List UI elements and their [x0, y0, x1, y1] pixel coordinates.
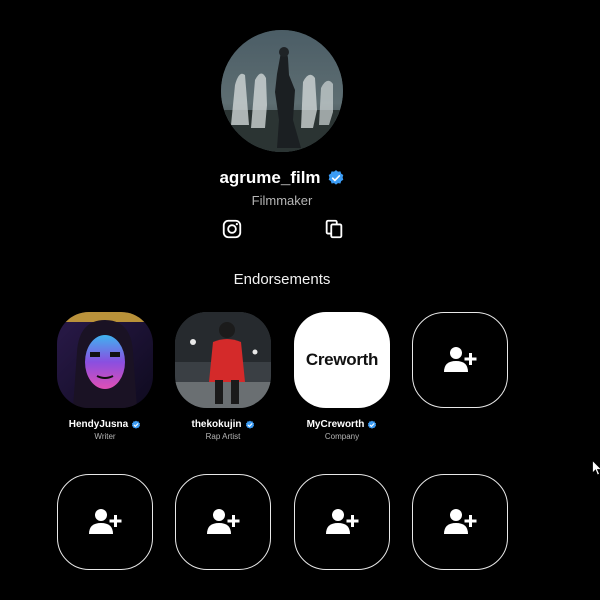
- endorser-name[interactable]: MyCreworth: [307, 419, 365, 430]
- endorser-role: Rap Artist: [205, 432, 241, 441]
- profile-role: Filmmaker: [251, 193, 313, 208]
- endorser-avatar-hendyjusna[interactable]: [57, 312, 153, 408]
- endorser-name-row: thekokujin: [163, 419, 283, 430]
- mouse-cursor-icon: [592, 460, 600, 476]
- endorser-avatar-thekokujin[interactable]: [175, 312, 271, 408]
- profile-avatar[interactable]: [221, 30, 343, 152]
- copy-icon[interactable]: [323, 218, 345, 240]
- verified-badge-icon: [132, 420, 141, 429]
- profile-name-row: agrume_film: [0, 168, 564, 188]
- endorser-name[interactable]: HendyJusna: [69, 419, 128, 430]
- add-endorsement-button[interactable]: [412, 312, 508, 408]
- profile-page: agrume_film Filmmaker Endorsements Hendy…: [0, 0, 600, 600]
- verified-badge-icon: [245, 420, 254, 429]
- endorsements-title: Endorsements: [233, 271, 331, 288]
- add-endorsement-button[interactable]: [294, 474, 390, 570]
- creworth-logo: Creworth: [305, 350, 379, 369]
- add-endorsement-button[interactable]: [412, 474, 508, 570]
- verified-badge-icon: [368, 420, 377, 429]
- endorser-role: Writer: [94, 432, 116, 441]
- endorser-name[interactable]: thekokujin: [191, 419, 241, 430]
- add-person-icon: [207, 509, 240, 534]
- add-endorsement-button[interactable]: [57, 474, 153, 570]
- instagram-icon[interactable]: [221, 218, 243, 240]
- endorser-role: Company: [324, 432, 360, 441]
- add-person-icon: [444, 509, 477, 534]
- add-person-icon: [444, 347, 477, 372]
- endorser-name-row: MyCreworth: [282, 419, 402, 430]
- add-endorsement-button[interactable]: [175, 474, 271, 570]
- add-person-icon: [89, 509, 122, 534]
- verified-badge-icon: [328, 170, 343, 185]
- profile-username: agrume_film: [219, 168, 321, 187]
- add-person-icon: [326, 509, 359, 534]
- endorser-name-row: HendyJusna: [45, 419, 165, 430]
- endorser-avatar-mycreworth[interactable]: Creworth: [294, 312, 390, 408]
